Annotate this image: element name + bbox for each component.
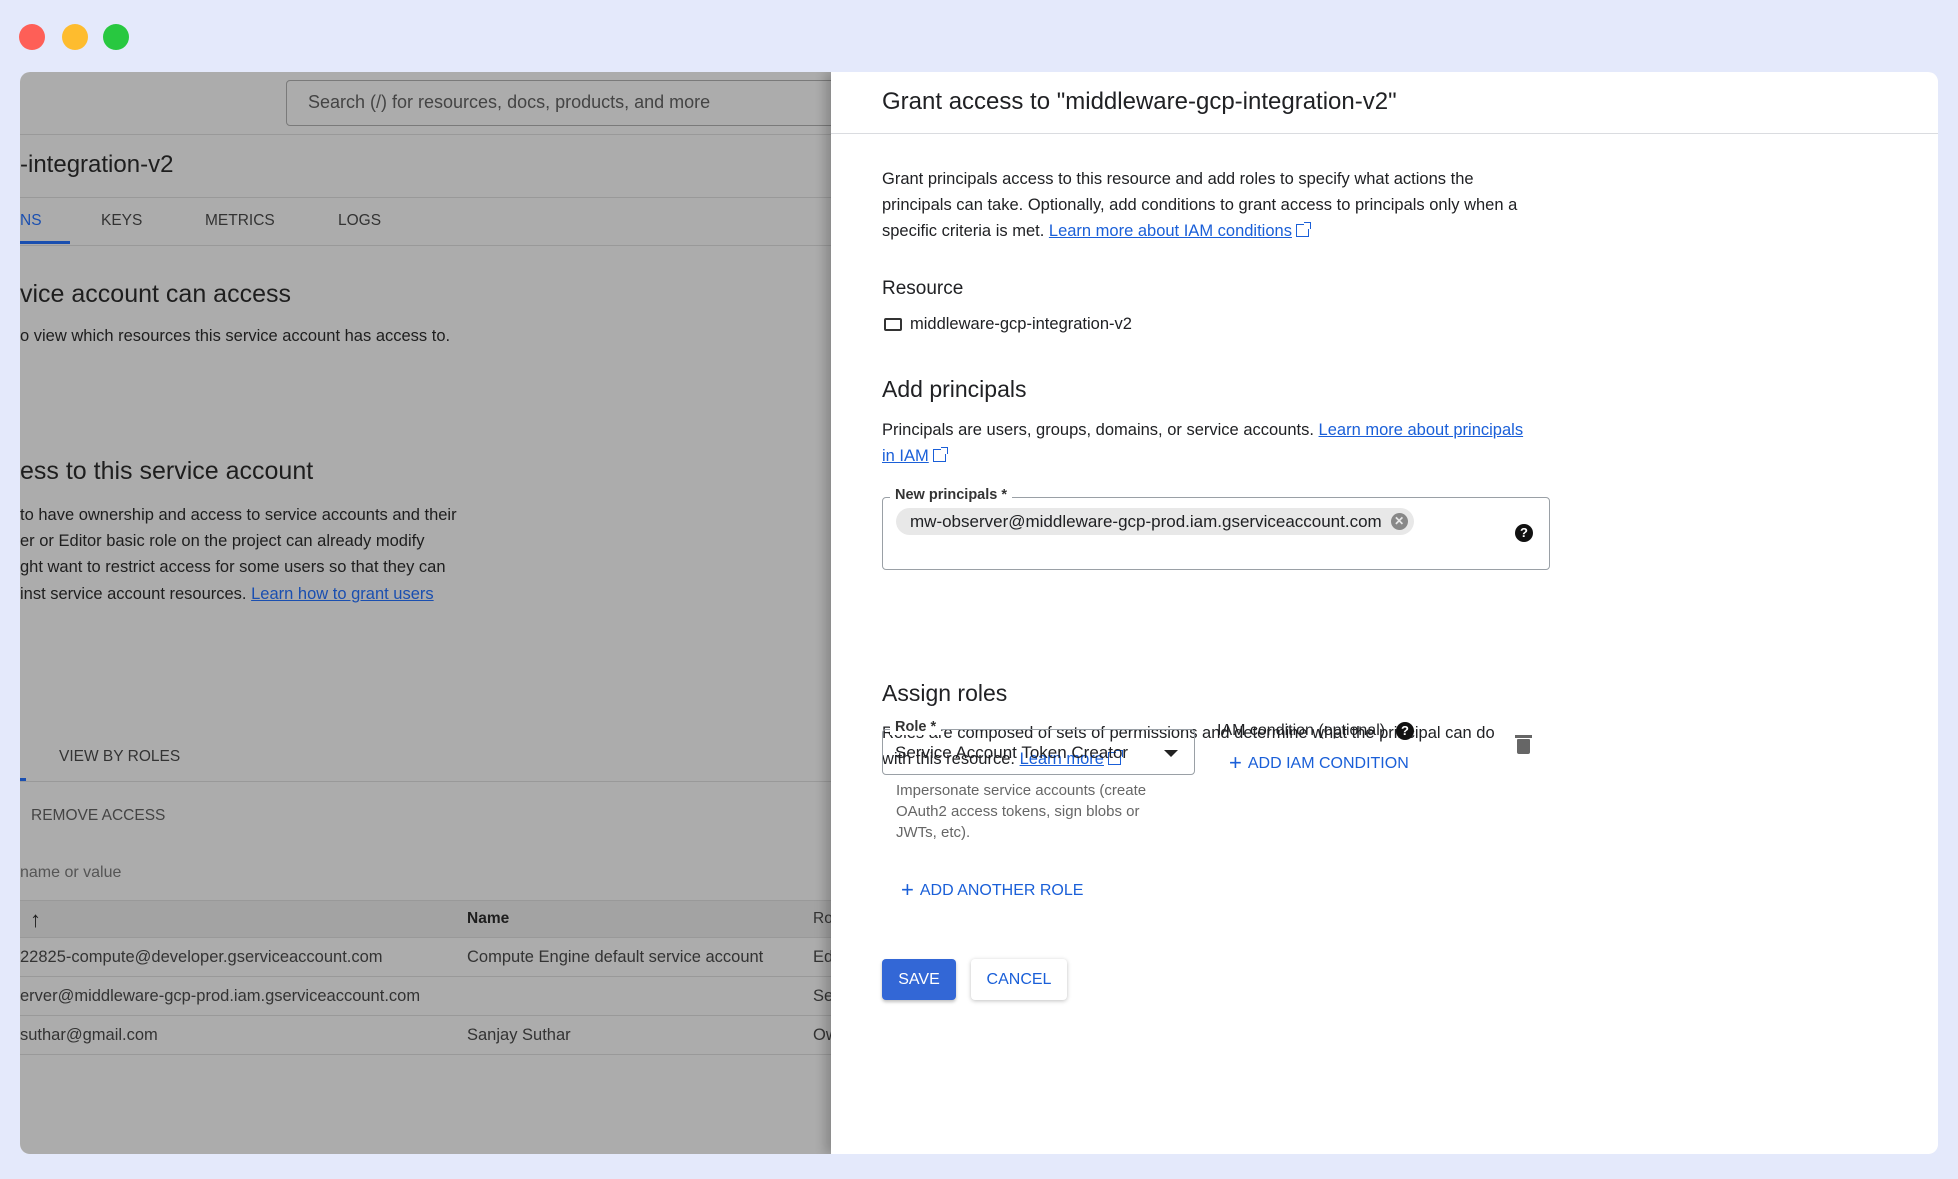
iam-condition-label: IAM condition (optional) xyxy=(1217,722,1386,739)
minimize-window-button[interactable] xyxy=(62,24,88,50)
delete-role-trash-icon[interactable] xyxy=(1517,739,1530,754)
role-value: Service Account Token Creator xyxy=(895,743,1129,762)
table-row: 22825-compute@developer.gserviceaccount.… xyxy=(20,938,831,977)
column-role[interactable]: Ro xyxy=(813,910,831,928)
table-header xyxy=(20,900,831,938)
new-principals-label: New principals * xyxy=(890,487,1013,503)
maximize-window-button[interactable] xyxy=(103,24,129,50)
grant-access-panel: Grant access to "middleware-gcp-integrat… xyxy=(831,72,1938,1154)
tab-metrics[interactable]: METRICS xyxy=(205,212,275,230)
browser-window: Search (/) for resources, docs, products… xyxy=(20,72,1938,1154)
principals-text: Principals are users, groups, domains, o… xyxy=(882,421,1524,465)
learn-grant-link[interactable]: Learn how to grant users xyxy=(251,585,434,603)
sort-arrow-up-icon[interactable]: ↑ xyxy=(30,907,41,933)
resource-name: middleware-gcp-integration-v2 xyxy=(910,315,1132,333)
cancel-button[interactable]: CANCEL xyxy=(971,959,1067,1000)
resource-heading: Resource xyxy=(882,278,964,299)
section-heading: vice account can access xyxy=(20,280,291,308)
section-text: to have ownership and access to service … xyxy=(20,506,457,603)
table-row: erver@middleware-gcp-prod.iam.gserviceac… xyxy=(20,977,831,1016)
help-icon[interactable]: ? xyxy=(1396,722,1414,740)
help-icon[interactable]: ? xyxy=(1515,524,1533,542)
remove-access-button[interactable]: REMOVE ACCESS xyxy=(31,807,165,825)
trash-lid xyxy=(1515,735,1532,738)
view-by-roles-tab[interactable]: VIEW BY ROLES xyxy=(59,748,180,766)
page-title: -integration-v2 xyxy=(20,151,174,178)
section-text: o view which resources this service acco… xyxy=(20,327,451,345)
add-iam-condition-button[interactable]: + ADD IAM CONDITION xyxy=(1229,750,1409,776)
intro-text: Grant principals access to this resource… xyxy=(882,170,1518,240)
tab-keys[interactable]: KEYS xyxy=(101,212,142,230)
table-row: suthar@gmail.com Sanjay Suthar Ow xyxy=(20,1016,831,1055)
service-account-icon xyxy=(884,318,902,331)
add-another-role-button[interactable]: + ADD ANOTHER ROLE xyxy=(901,877,1083,903)
role-description: Impersonate service accounts (create OAu… xyxy=(896,782,1147,841)
panel-title: Grant access to "middleware-gcp-integrat… xyxy=(882,88,1397,115)
role-label: Role * xyxy=(890,719,942,735)
principal-chip[interactable]: mw-observer@middleware-gcp-prod.iam.gser… xyxy=(896,508,1414,535)
plus-icon: + xyxy=(901,877,914,902)
section-heading: ess to this service account xyxy=(20,457,314,485)
learn-principals-link[interactable]: Learn more about principals xyxy=(1319,421,1524,439)
learn-principals-link[interactable]: in IAM xyxy=(882,447,929,465)
dropdown-arrow-icon[interactable] xyxy=(1164,750,1178,757)
learn-iam-conditions-link[interactable]: Learn more about IAM conditions xyxy=(1049,222,1292,240)
external-link-icon xyxy=(1295,222,1311,237)
divider xyxy=(831,133,1938,134)
remove-chip-icon[interactable]: ✕ xyxy=(1390,513,1408,530)
external-link-icon xyxy=(932,447,948,462)
add-principals-heading: Add principals xyxy=(882,376,1027,402)
search-placeholder: Search (/) for resources, docs, products… xyxy=(308,92,711,112)
assign-roles-heading: Assign roles xyxy=(882,680,1008,706)
column-name[interactable]: Name xyxy=(467,910,509,928)
tab-logs[interactable]: LOGS xyxy=(338,212,381,230)
filter-input[interactable]: name or value xyxy=(20,864,121,882)
background-page-dimmed: Search (/) for resources, docs, products… xyxy=(20,72,831,1154)
close-window-button[interactable] xyxy=(19,24,45,50)
tab-permissions[interactable]: NS xyxy=(20,212,42,230)
plus-icon: + xyxy=(1229,750,1242,775)
tab-active-indicator xyxy=(20,241,70,244)
save-button[interactable]: SAVE xyxy=(882,959,956,1000)
